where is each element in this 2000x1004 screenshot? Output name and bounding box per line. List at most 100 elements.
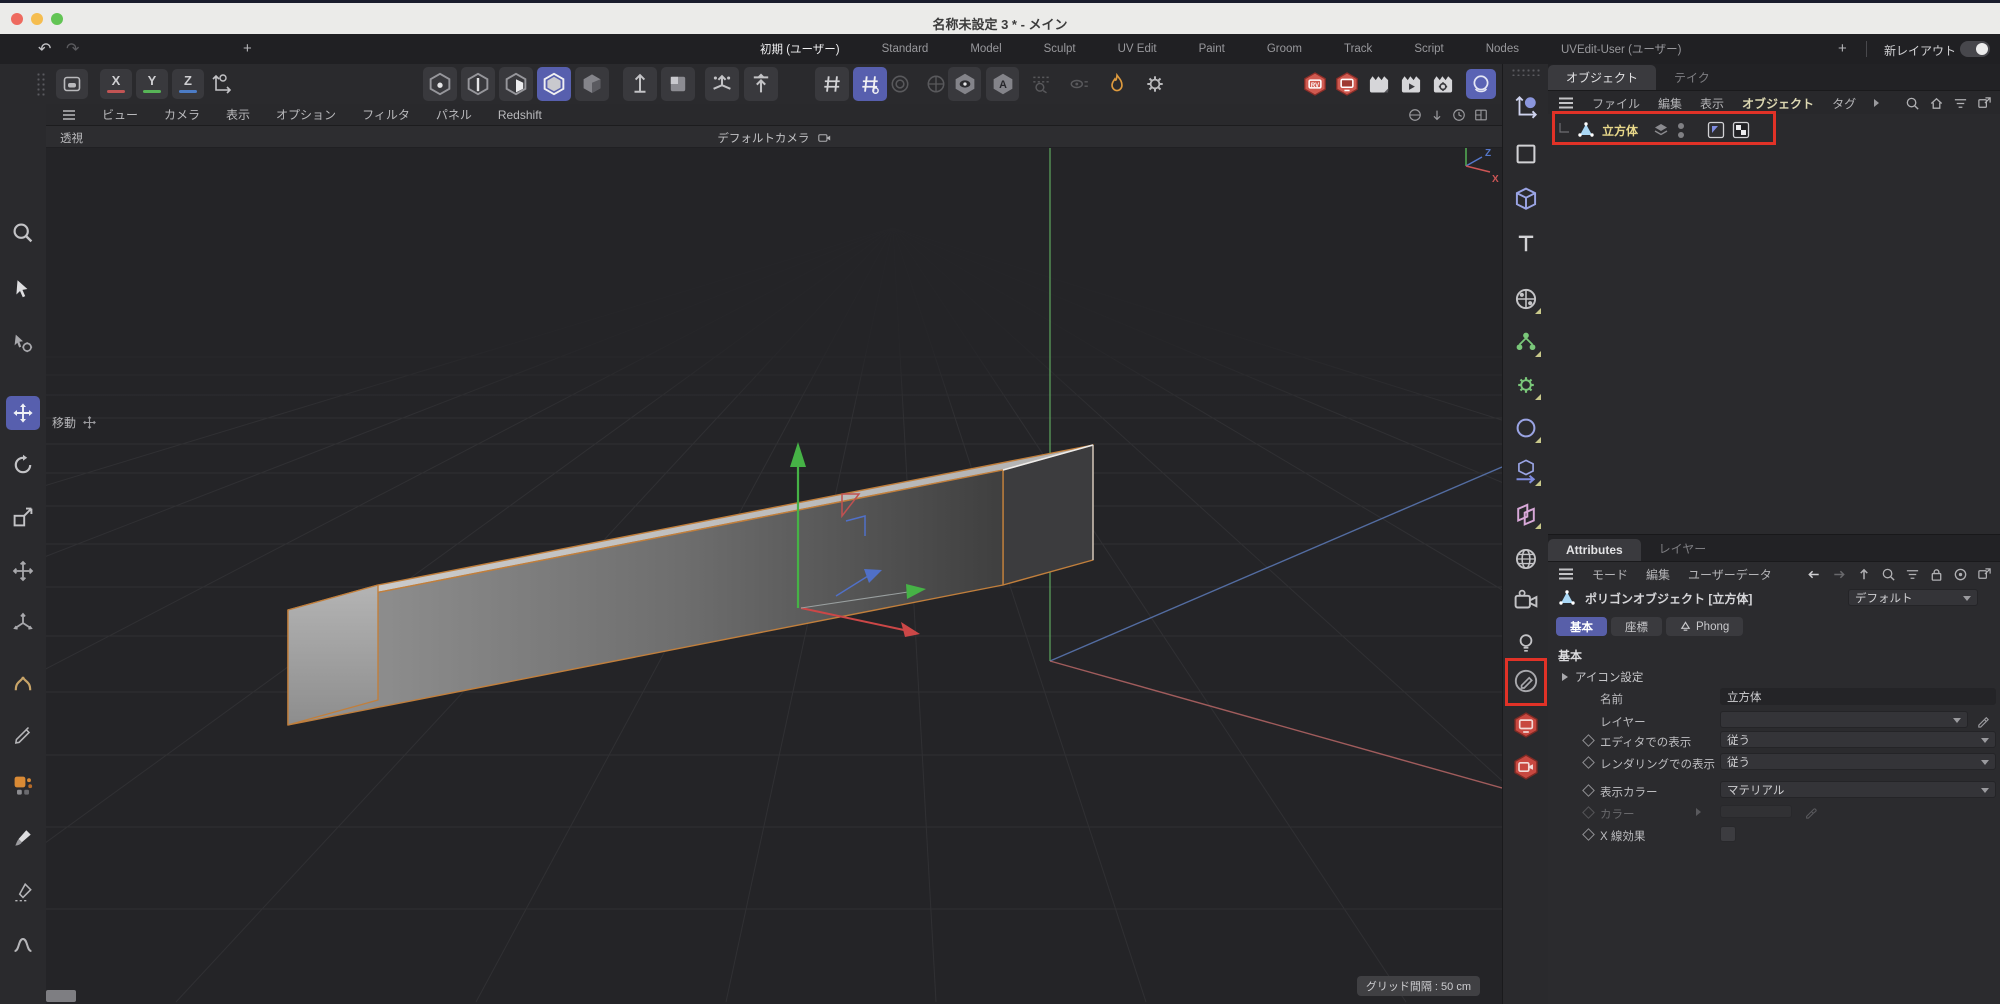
free-move-tool[interactable] (6, 554, 40, 588)
history-clock-icon[interactable] (1452, 108, 1466, 122)
om-menu-icon[interactable] (1558, 97, 1574, 109)
soft-selection-tool[interactable] (6, 666, 40, 700)
layout-item-script[interactable]: Script (1410, 43, 1447, 55)
menu-filter[interactable]: フィルタ (362, 106, 410, 123)
camera-object-button[interactable] (1510, 584, 1542, 618)
auto-mode-button[interactable]: A (986, 67, 1019, 101)
brush-tool[interactable] (6, 822, 40, 856)
z-axis-lock-button[interactable]: Z (172, 69, 204, 99)
gizmo-x-arrowhead[interactable] (901, 622, 920, 637)
om-menu-objects[interactable]: オブジェクト (1742, 95, 1814, 112)
redshift-render-button[interactable] (1466, 69, 1496, 99)
isoline-button[interactable] (1024, 67, 1057, 101)
cube-left-face[interactable] (288, 585, 378, 725)
om-menu-view[interactable]: 表示 (1700, 95, 1724, 112)
viewport-settings-button[interactable] (1138, 67, 1171, 101)
quantize-button[interactable] (815, 67, 849, 101)
layout-item-startup[interactable]: 初期 (ユーザー) (756, 41, 844, 57)
add-tab-button[interactable]: + (243, 40, 252, 57)
enable-snap-button[interactable] (705, 67, 739, 101)
camera-label-wrap[interactable]: デフォルトカメラ (46, 130, 1502, 146)
tweak-tool[interactable] (6, 326, 40, 360)
icon-settings-row[interactable]: アイコン設定 (1562, 669, 1643, 685)
texture-mode-button[interactable] (575, 67, 609, 101)
visibility-filter-button[interactable] (1062, 67, 1095, 101)
move-tool[interactable] (6, 396, 40, 430)
redo-icon[interactable]: ↷ (66, 39, 79, 59)
select-tool[interactable] (6, 272, 40, 306)
attr-back-icon[interactable] (1806, 567, 1822, 582)
point-mode-button[interactable] (423, 67, 457, 101)
display-color-dropdown[interactable]: マテリアル (1720, 781, 1996, 798)
scale-tool[interactable] (6, 500, 40, 534)
editor-visibility-button[interactable] (1510, 708, 1542, 742)
tab-phong[interactable]: Phong (1666, 617, 1743, 636)
knife-tool[interactable] (6, 876, 40, 910)
layout-lock-toggle[interactable] (1960, 41, 1990, 57)
axis-move-tool[interactable] (6, 606, 40, 640)
simulation-button[interactable] (1100, 67, 1133, 101)
new-layout-button[interactable]: 新レイアウト (1884, 42, 1956, 59)
attr-filter-icon[interactable] (1905, 567, 1920, 582)
render-visibility-dropdown[interactable]: 従う (1720, 753, 1996, 770)
environment-button[interactable] (1510, 542, 1542, 576)
attr-menu-mode[interactable]: モード (1592, 566, 1628, 583)
snap-settings-button[interactable] (744, 67, 778, 101)
strip-grip[interactable] (1511, 68, 1541, 76)
model-mode-button[interactable] (537, 67, 571, 101)
om-menu-more-icon[interactable] (1874, 99, 1879, 107)
om-filter-icon[interactable] (1953, 96, 1968, 111)
volume-button[interactable] (1510, 497, 1542, 531)
attr-track-icon[interactable] (1953, 567, 1968, 582)
layout-item-groom[interactable]: Groom (1263, 43, 1306, 55)
viewport[interactable]: Y Z X 透視 デフォルトカメラ 移動 グリッド間隔 : 50 cm (46, 126, 1502, 1004)
tab-attributes[interactable]: Attributes (1548, 539, 1641, 561)
spline-tool[interactable] (6, 928, 40, 962)
preset-dropdown[interactable]: デフォルト (1848, 589, 1978, 606)
pen-tool[interactable] (6, 716, 40, 750)
layout-item-nodes[interactable]: Nodes (1482, 43, 1523, 55)
layer-dropdown[interactable] (1720, 711, 1968, 728)
bodypaint-tool[interactable] (6, 768, 40, 802)
editor-visibility-dropdown[interactable]: 従う (1720, 731, 1996, 748)
attr-lock-icon[interactable] (1929, 567, 1944, 582)
name-input[interactable]: 立方体 (1720, 688, 1996, 705)
layout-item-model[interactable]: Model (966, 43, 1005, 55)
rotate-tool[interactable] (6, 448, 40, 482)
axis-band-button[interactable] (921, 70, 951, 98)
menu-redshift[interactable]: Redshift (498, 108, 542, 122)
cube-object-button[interactable] (1510, 182, 1542, 216)
panel-layout-icon[interactable] (1474, 108, 1488, 122)
keyframe-diamond-icon[interactable] (1582, 734, 1595, 747)
render-picture-viewer-button[interactable] (1364, 69, 1394, 99)
tab-objects[interactable]: オブジェクト (1548, 65, 1656, 90)
viewport-solo-button[interactable] (948, 67, 981, 101)
fields-button[interactable] (1510, 411, 1542, 445)
menu-display[interactable]: 表示 (226, 106, 250, 123)
attr-menu-userdata[interactable]: ユーザーデータ (1688, 566, 1772, 583)
attr-menu-icon[interactable] (1558, 568, 1574, 580)
edge-mode-button[interactable] (461, 67, 495, 101)
viewport-scrollbar-stub[interactable] (46, 990, 76, 1002)
menu-camera[interactable]: カメラ (164, 106, 200, 123)
om-external-icon[interactable] (1977, 96, 1992, 111)
instance-button[interactable] (1510, 454, 1542, 488)
layout-item-uvedit-user[interactable]: UVEdit-User (ユーザー) (1557, 41, 1686, 57)
tab-layers[interactable]: レイヤー (1641, 536, 1725, 561)
gizmo-y-arrowhead[interactable] (790, 442, 806, 467)
render-view-button[interactable]: RV (1300, 69, 1330, 99)
attr-forward-icon[interactable] (1831, 567, 1847, 582)
menu-options[interactable]: オプション (276, 106, 336, 123)
render-queue-button[interactable] (1396, 69, 1426, 99)
coordinate-system-button[interactable] (206, 69, 238, 99)
layout-item-sculpt[interactable]: Sculpt (1040, 43, 1080, 55)
text-object-button[interactable] (1510, 227, 1542, 261)
layout-item-standard[interactable]: Standard (878, 43, 933, 55)
toolbar-grip[interactable] (36, 72, 46, 96)
color-eyedropper-icon[interactable] (1804, 805, 1818, 819)
tab-basic[interactable]: 基本 (1556, 617, 1607, 636)
layer-pick-icon[interactable] (1976, 713, 1991, 728)
add-layout-button[interactable]: + (1838, 40, 1847, 57)
keyframe-diamond-icon[interactable] (1582, 784, 1595, 797)
axis-mode-button[interactable] (623, 67, 657, 101)
